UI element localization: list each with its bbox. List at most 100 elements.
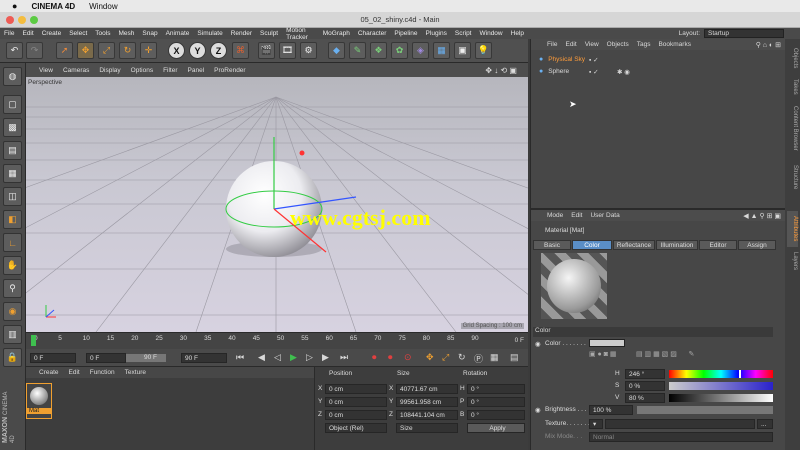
apply-button[interactable]: Apply [467,423,525,433]
menu-help[interactable]: Help [507,30,528,37]
value-field[interactable]: 80 % [625,393,665,403]
brightness-slider[interactable] [637,406,773,414]
size-z-field[interactable]: 108441.104 cm [396,410,458,420]
rot-b-field[interactable]: 0 ° [467,410,525,420]
go-to-end-button[interactable]: ⏭ [340,352,348,363]
magnet-icon[interactable]: ◉ [3,302,22,321]
tab-basic[interactable]: Basic [533,240,571,250]
value-slider[interactable] [669,394,773,402]
menu-animate[interactable]: Animate [162,30,194,37]
search-icon[interactable]: ⚲ ⌂ ◐ ⊞ [756,41,781,49]
playhead-marker[interactable] [31,335,36,346]
edges-mode-icon[interactable]: ◫ [3,187,22,206]
mat-menu-create[interactable]: Create [34,369,64,376]
cube-object-icon[interactable]: ◆ [328,42,345,59]
minimize-window-button[interactable] [18,16,26,24]
apple-icon[interactable]: ● [12,1,17,11]
object-row[interactable]: ● Physical Sky ▪ ✓ [539,56,779,66]
object-name-physical-sky[interactable]: Physical Sky [548,56,585,63]
model-mode-icon[interactable]: ▢ [3,95,22,114]
tweak-mode-icon[interactable]: ✋ [3,256,22,275]
y-axis-lock-button[interactable]: Y [189,42,206,59]
live-select-icon[interactable]: ✛ [140,42,157,59]
color-channel-toggle-icon[interactable]: ◉ [535,340,541,348]
scale-tool-icon[interactable]: ⤢ [98,42,115,59]
dock-tab-structure[interactable]: Structure [787,159,798,195]
next-key-button[interactable]: ▶ [322,352,329,363]
menu-tools[interactable]: Tools [91,30,114,37]
texture-browse-button[interactable]: ... [757,419,773,429]
viewport-nav-icons[interactable]: ✥ ↓ ⟲ ▣ [480,66,522,75]
color-swatch[interactable] [589,339,625,347]
mat-menu-function[interactable]: Function [85,369,120,376]
select-arrow-icon[interactable]: ➚ [56,42,73,59]
attr-menu-mode[interactable]: Mode [543,212,567,219]
tab-color[interactable]: Color [572,240,612,250]
obj-menu-edit[interactable]: Edit [561,41,580,48]
obj-menu-tags[interactable]: Tags [633,41,655,48]
end-frame-field[interactable]: 90 F [181,353,227,363]
vp-menu-view[interactable]: View [34,67,58,74]
menu-create[interactable]: Create [38,30,66,37]
obj-menu-objects[interactable]: Objects [603,41,633,48]
brightness-toggle-icon[interactable]: ◉ [535,406,541,414]
pla-key-icon[interactable]: ▦ [490,352,499,363]
light-icon[interactable]: 💡 [475,42,492,59]
coordinate-mode-dropdown[interactable]: Object (Rel) [325,423,387,433]
redo-icon[interactable]: ↷ [26,42,43,59]
menu-mograph[interactable]: MoGraph [319,30,354,37]
timeline-window-icon[interactable]: ▤ [510,352,519,363]
menu-pipeline[interactable]: Pipeline [390,30,421,37]
menu-simulate[interactable]: Simulate [193,30,226,37]
rotate-tool-icon[interactable]: ↻ [119,42,136,59]
subdivision-icon[interactable]: ❖ [370,42,387,59]
timeline-ruler[interactable]: 051015202530354045505560657075808590 0 F [26,332,528,349]
menu-edit[interactable]: Edit [18,30,37,37]
rot-p-field[interactable]: 0 ° [467,397,525,407]
pen-spline-icon[interactable]: ✎ [349,42,366,59]
tab-assign[interactable]: Assign [738,240,776,250]
make-editable-icon[interactable]: ◍ [3,67,22,86]
tab-reflectance[interactable]: Reflectance [613,240,655,250]
polygons-mode-icon[interactable]: ◧ [3,210,22,229]
x-rotation-handle[interactable] [299,150,305,156]
material-tag-icon[interactable]: ✱ ◉ [617,68,630,76]
app-menu[interactable]: CINEMA 4D [31,2,75,11]
obj-menu-file[interactable]: File [543,41,561,48]
visibility-toggle-icon[interactable]: ▪ ✓ [589,56,599,64]
dock-tab-takes[interactable]: Takes [787,77,798,97]
zoom-window-button[interactable] [30,16,38,24]
render-picture-viewer-icon[interactable]: 🎞 [279,42,296,59]
menu-file[interactable]: File [0,30,18,37]
move-key-icon[interactable]: ✥ [426,352,434,363]
rot-h-field[interactable]: 0 ° [467,384,525,394]
record-button[interactable]: ⏺ [372,352,377,363]
start-frame-field[interactable]: 0 F [86,353,126,363]
keyframe-selection-button[interactable]: ⊙ [404,352,412,363]
undo-icon[interactable]: ↶ [6,42,23,59]
dock-tab-content-browser[interactable]: Content Browser [787,99,798,157]
tab-editor[interactable]: Editor [699,240,737,250]
saturation-slider[interactable] [669,382,773,390]
param-key-icon[interactable]: Ⓟ [474,352,483,365]
menu-plugins[interactable]: Plugins [422,30,451,37]
menu-mesh[interactable]: Mesh [114,30,138,37]
hue-slider-knob[interactable] [738,370,741,378]
pos-x-field[interactable]: 0 cm [325,384,387,394]
material-swatch[interactable]: Mat [26,383,52,419]
attr-menu-edit[interactable]: Edit [567,212,586,219]
menu-character[interactable]: Character [354,30,391,37]
object-row[interactable]: ● Sphere ▪ ✓ ✱ ◉ [539,68,779,78]
go-to-start-button[interactable]: ⏮ [236,352,244,363]
dock-tab-objects[interactable]: Objects [787,43,798,73]
cloner-icon[interactable]: ✿ [391,42,408,59]
menu-snap[interactable]: Snap [138,30,161,37]
size-y-field[interactable]: 99561.958 cm [396,397,458,407]
mix-mode-dropdown[interactable]: Normal [589,432,773,442]
menu-select[interactable]: Select [65,30,91,37]
tab-illumination[interactable]: Illumination [656,240,698,250]
window-menu[interactable]: Window [89,2,117,11]
layout-dropdown[interactable]: Startup [704,29,784,38]
mat-menu-edit[interactable]: Edit [64,369,85,376]
obj-menu-view[interactable]: View [581,41,603,48]
